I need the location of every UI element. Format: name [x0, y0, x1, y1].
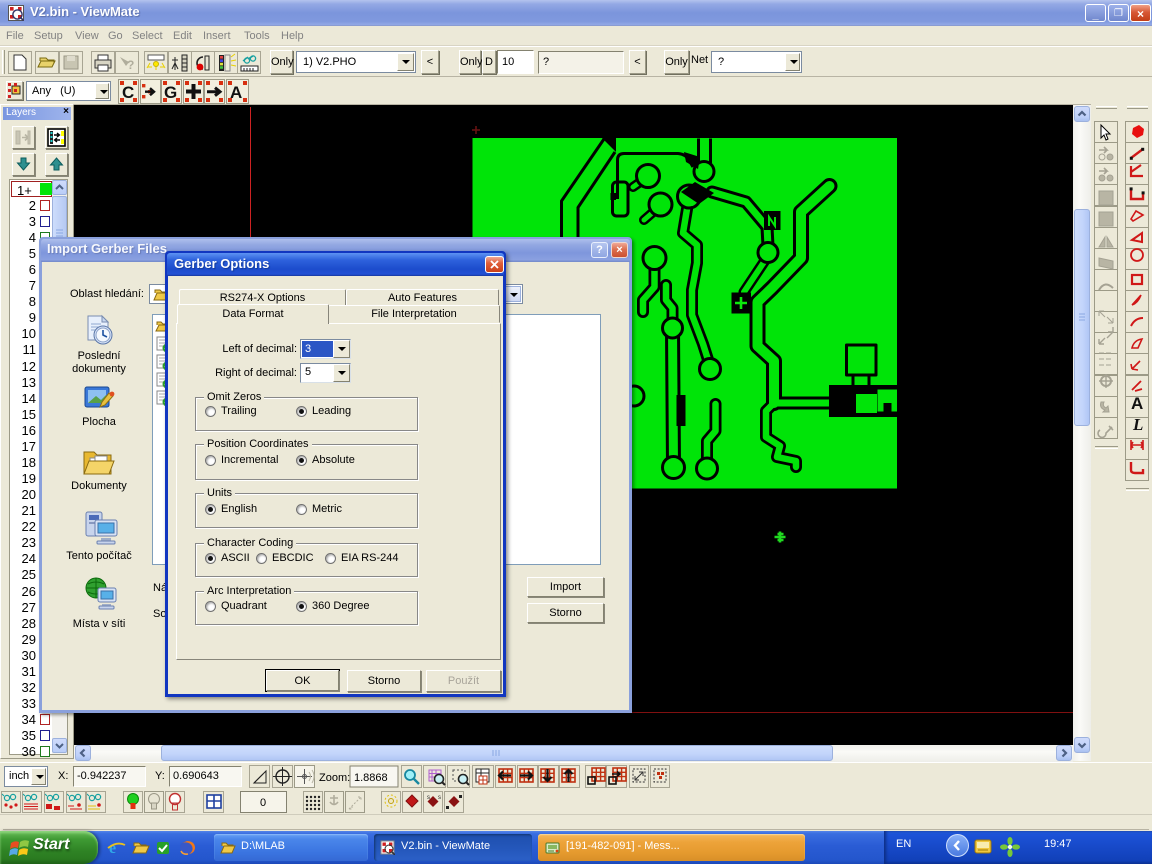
svg-text:A: A: [230, 83, 242, 102]
svg-text:s: s: [427, 795, 430, 801]
svg-text:L: L: [1132, 415, 1143, 434]
svg-text:Zoom:: Zoom:: [319, 772, 350, 784]
svg-text:C: C: [122, 83, 134, 102]
svg-text:s: s: [438, 795, 441, 801]
svg-text:G: G: [164, 83, 177, 102]
svg-text:A: A: [1131, 394, 1143, 413]
svg-text:?: ?: [127, 58, 134, 72]
svg-text:0: 0: [260, 797, 266, 809]
svg-text:e: e: [109, 840, 116, 857]
svg-text:1.8868: 1.8868: [354, 772, 388, 784]
